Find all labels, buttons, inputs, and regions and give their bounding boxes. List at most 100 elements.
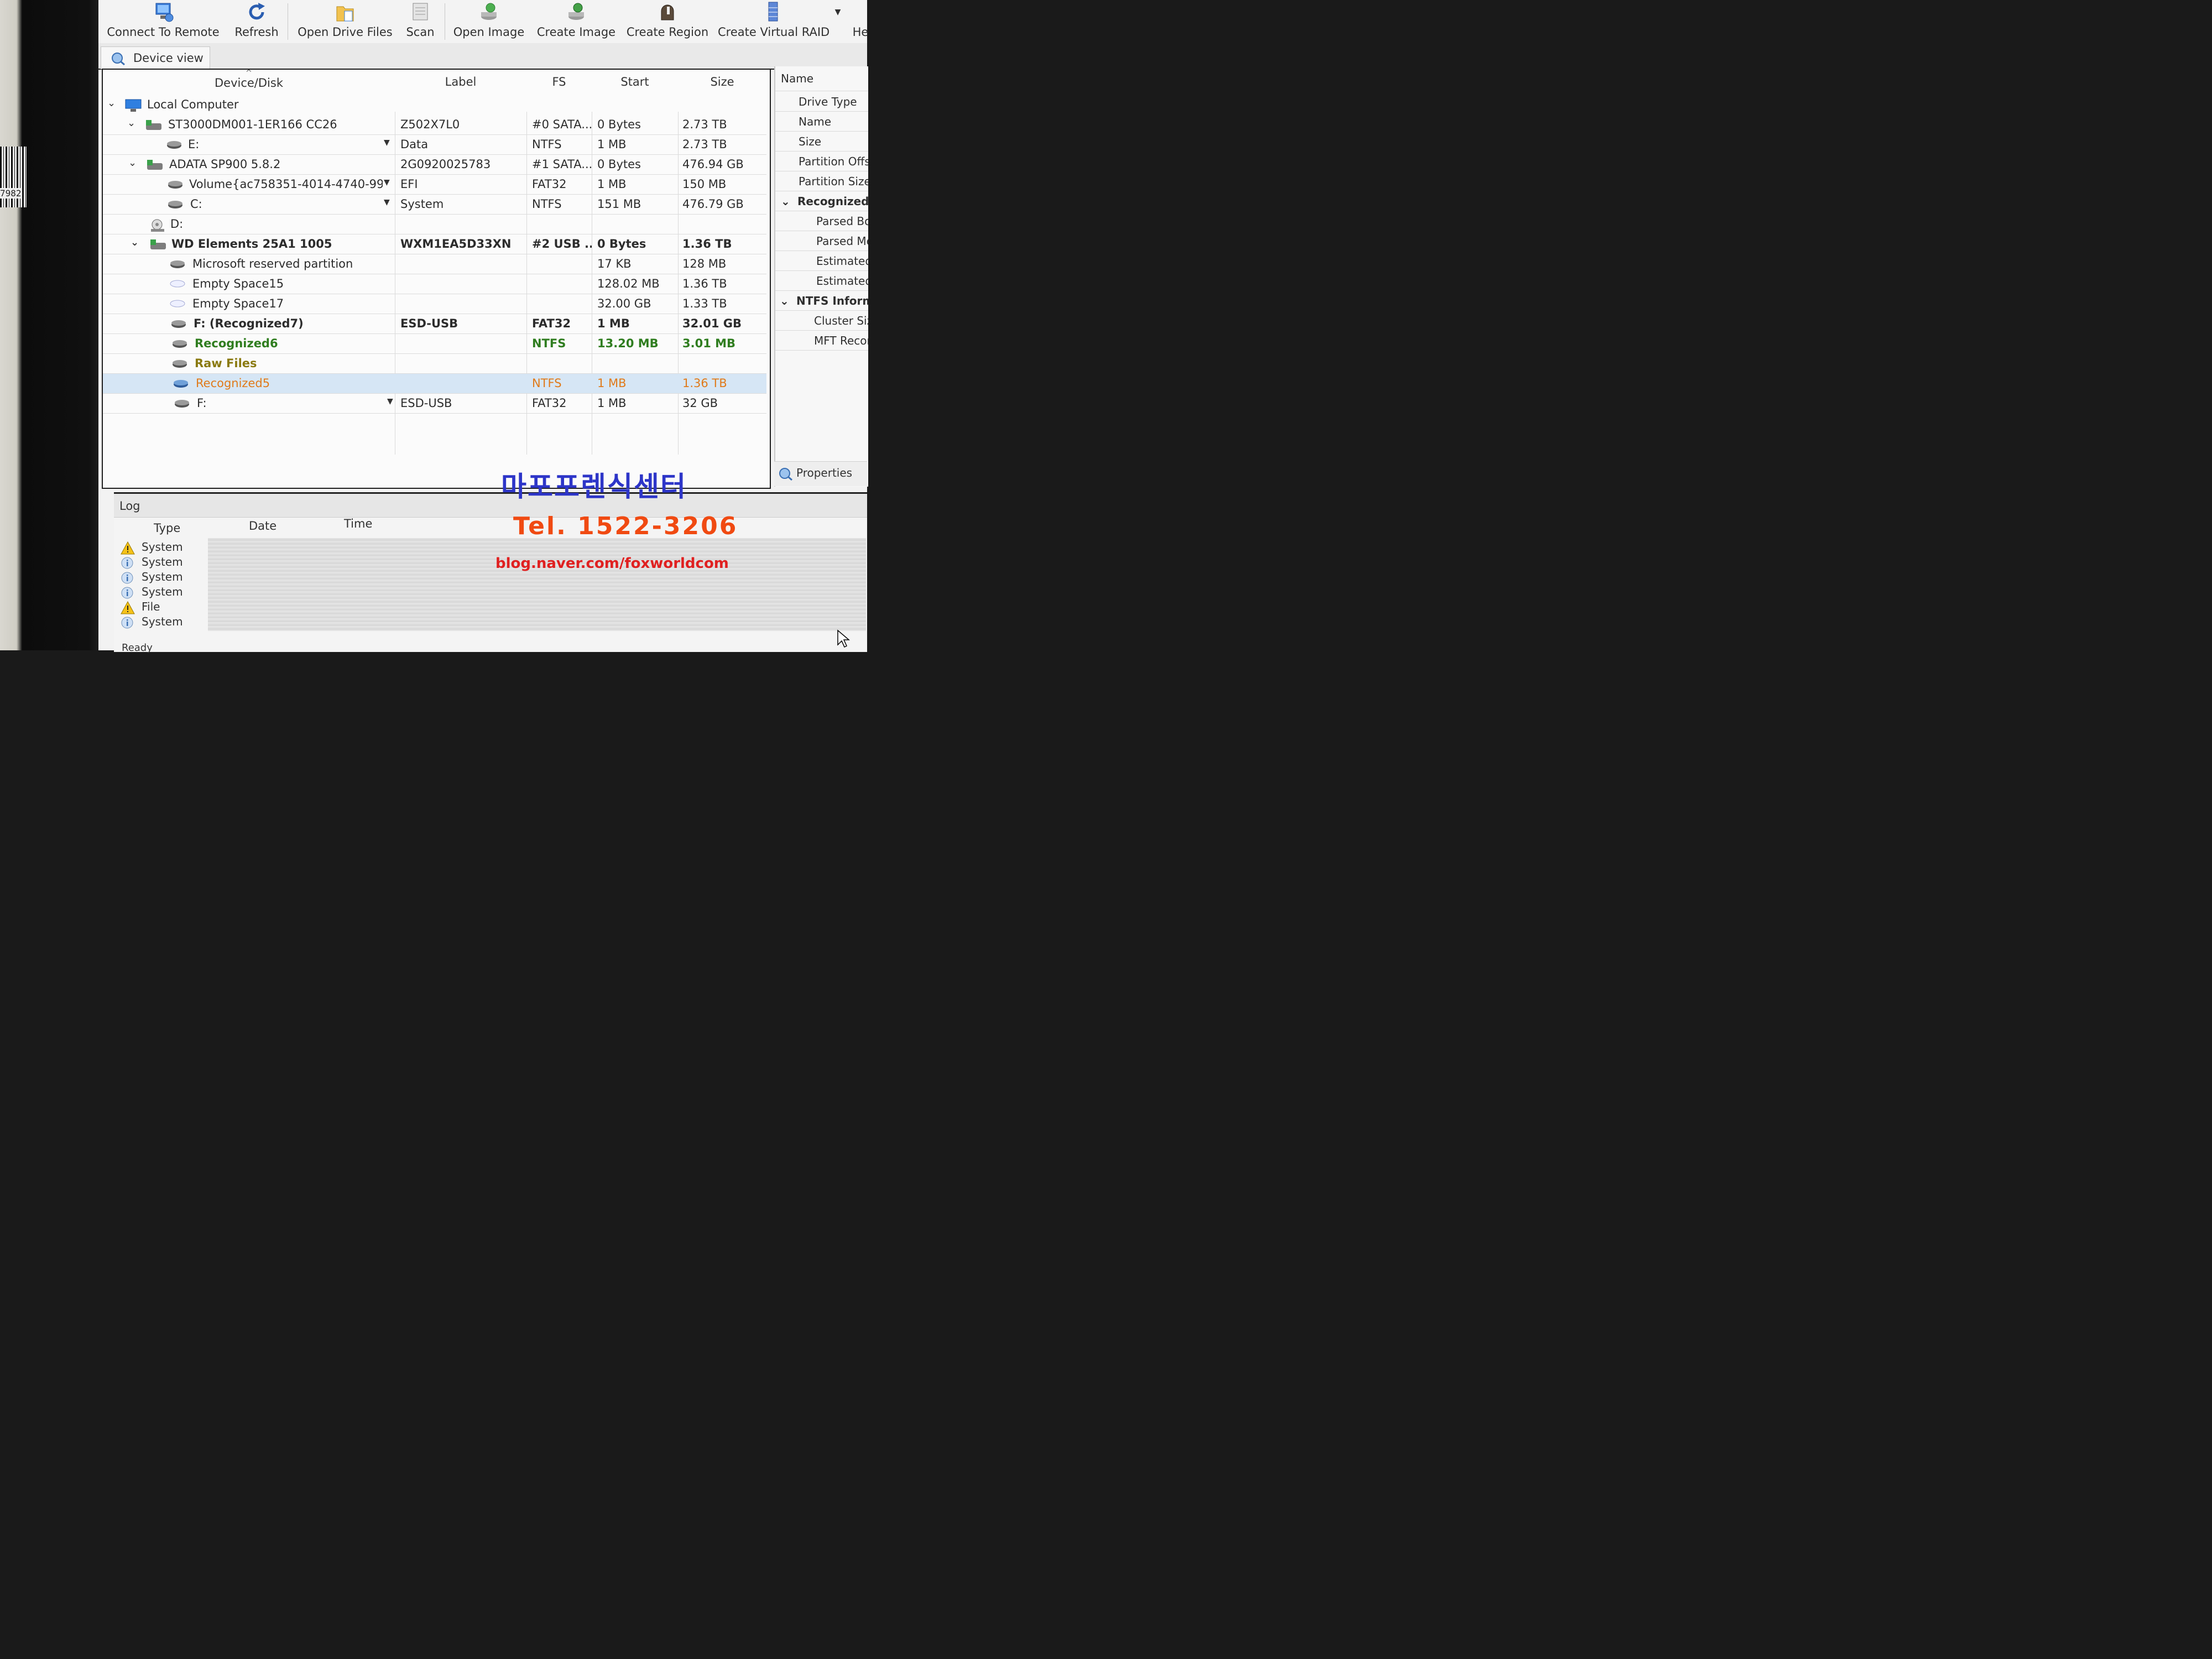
partition-icon	[167, 141, 181, 149]
tab-device-view[interactable]: Device view	[101, 46, 210, 69]
blurred-log-details	[208, 538, 866, 631]
tree-row-raw-files[interactable]: Raw Files	[103, 354, 766, 374]
tree-row-empty-space[interactable]: Empty Space15 128.02 MB 1.36 TB	[103, 274, 766, 294]
chevron-down-icon[interactable]: ⌄	[107, 97, 116, 109]
chevron-down-icon[interactable]: ⌄	[780, 294, 789, 307]
warning-icon	[121, 601, 135, 614]
device-view-icon	[112, 53, 125, 65]
log-column-date[interactable]: Date	[249, 519, 276, 533]
property-row[interactable]: Partition Size	[775, 171, 868, 191]
hard-disk-icon	[147, 160, 163, 170]
property-row[interactable]: Name	[775, 112, 868, 132]
tree-row-partition[interactable]: F: ▼ ESD-USB FAT32 1 MB 32 GB	[103, 394, 766, 414]
tree-row-empty-space[interactable]: Empty Space17 32.00 GB 1.33 TB	[103, 294, 766, 314]
tree-row-recognized-partition[interactable]: Recognized6 NTFS 13.20 MB 3.01 MB	[103, 334, 766, 354]
property-row[interactable]: Size	[775, 132, 868, 152]
create-region-icon	[661, 4, 674, 20]
barcode-number: 7982	[0, 188, 22, 199]
scan-button[interactable]: Scan	[400, 0, 440, 42]
create-image-button[interactable]: Create Image	[535, 0, 617, 42]
toolbar: Connect To Remote Refresh Open Drive Fil…	[98, 0, 868, 44]
help-icon	[850, 1, 871, 23]
watermark-phone: Tel. 1522-3206	[513, 512, 738, 540]
info-icon	[121, 587, 133, 599]
partition-icon	[173, 340, 187, 348]
refresh-icon	[249, 3, 265, 20]
scan-icon	[413, 3, 428, 20]
create-virtual-raid-icon	[768, 2, 778, 22]
property-row[interactable]: Drive Type	[775, 92, 868, 112]
tab-bar: Device view	[98, 43, 867, 70]
chevron-down-icon[interactable]: ⌄	[127, 117, 135, 129]
empty-space-icon	[170, 280, 185, 288]
tree-row-disk[interactable]: ⌄ WD Elements 25A1 1005 WXM1EA5D33XN #2 …	[103, 234, 766, 254]
create-region-button[interactable]: Create Region	[626, 0, 709, 42]
create-image-icon	[568, 3, 584, 20]
chevron-down-icon: ▼	[834, 8, 841, 17]
open-image-button[interactable]: Open Image	[450, 0, 528, 42]
property-row[interactable]: Partition Offse	[775, 152, 868, 171]
property-group[interactable]: ⌄ Recognized F	[775, 191, 868, 211]
tree-row-local-computer[interactable]: ⌄ Local Computer	[103, 95, 766, 114]
partition-icon	[175, 400, 189, 408]
device-table: ^ Device/Disk Label FS Start Size ⌄ Loca…	[102, 69, 771, 489]
property-row[interactable]: Estimated	[775, 271, 868, 291]
create-virtual-raid-button[interactable]: Create Virtual RAID	[718, 0, 830, 42]
log-panel: Log Type Date Time System System System …	[114, 492, 867, 654]
property-row[interactable]: MFT Recor	[775, 331, 868, 351]
tree-row-partition[interactable]: F: (Recognized7) ESD-USB FAT32 1 MB 32.0…	[103, 314, 766, 334]
tree-row-disk[interactable]: ⌄ ADATA SP900 5.8.2 2G0920025783 #1 SATA…	[103, 155, 766, 175]
log-column-time[interactable]: Time	[344, 517, 372, 530]
chevron-down-icon[interactable]: ⌄	[128, 157, 137, 169]
computer-icon	[125, 99, 142, 112]
partition-icon	[168, 181, 182, 189]
chevron-down-icon[interactable]: ⌄	[781, 195, 790, 208]
optical-drive-icon	[151, 219, 164, 232]
property-row[interactable]: Parsed Boo	[775, 211, 868, 231]
empty-space-icon	[170, 300, 185, 307]
tree-row-partition[interactable]: Microsoft reserved partition 17 KB 128 M…	[103, 254, 766, 274]
row-dropdown-arrow[interactable]: ▼	[387, 397, 393, 406]
tree-row-partition[interactable]: Volume{ac758351-4014-4740-9980- ▼ EFI FA…	[103, 175, 766, 195]
open-drive-files-icon	[336, 6, 354, 22]
tree-row-partition[interactable]: C: ▼ System NTFS 151 MB 476.79 GB	[103, 195, 766, 215]
refresh-button[interactable]: Refresh	[229, 0, 284, 42]
connect-remote-icon	[155, 3, 174, 22]
row-dropdown-arrow[interactable]: ▼	[384, 138, 390, 147]
property-row[interactable]: Cluster Siz	[775, 311, 868, 331]
connect-to-remote-button[interactable]: Connect To Remote	[106, 0, 220, 42]
property-row[interactable]: Estimated	[775, 251, 868, 271]
tree-row-disk[interactable]: ⌄ ST3000DM001-1ER166 CC26 Z502X7L0 #0 SA…	[103, 115, 766, 135]
partition-icon	[173, 360, 187, 368]
row-dropdown-arrow[interactable]: ▼	[384, 198, 390, 207]
partition-icon	[170, 260, 185, 268]
properties-header[interactable]: Name	[775, 69, 868, 91]
help-button[interactable]: He	[849, 0, 872, 42]
partition-icon	[174, 380, 188, 388]
log-header: Log	[114, 494, 867, 518]
properties-icon	[779, 468, 792, 481]
property-group[interactable]: ⌄ NTFS Informa	[775, 291, 868, 311]
partition-icon	[171, 320, 186, 328]
info-icon	[121, 557, 133, 569]
property-row[interactable]: Parsed Me	[775, 231, 868, 251]
open-drive-files-button[interactable]: Open Drive Files	[295, 0, 395, 42]
mouse-cursor-icon	[837, 629, 850, 648]
watermark-korean: 마포포렌식센터	[501, 471, 687, 503]
log-column-type[interactable]: Type	[154, 521, 180, 535]
tree-row-recognized-partition-selected[interactable]: Recognized5 NTFS 1 MB 1.36 TB	[103, 374, 766, 394]
watermark-blog-url: blog.naver.com/foxworldcom	[495, 555, 729, 572]
info-icon	[121, 572, 133, 584]
partition-icon	[168, 201, 182, 208]
tree-row-partition[interactable]: E: ▼ Data NTFS 1 MB 2.73 TB	[103, 135, 766, 155]
chevron-down-icon[interactable]: ⌄	[131, 237, 139, 248]
tab-properties[interactable]: Properties	[774, 461, 867, 486]
properties-panel: Name Drive Type Name Size Partition Offs…	[774, 66, 868, 487]
app-window: Connect To Remote Refresh Open Drive Fil…	[98, 0, 868, 654]
info-icon	[121, 617, 133, 629]
warning-icon	[121, 541, 135, 555]
hard-disk-icon	[146, 120, 161, 130]
row-dropdown-arrow[interactable]: ▼	[384, 178, 390, 187]
monitor-bezel	[0, 0, 100, 650]
tree-row-optical-drive[interactable]: D:	[103, 215, 766, 234]
